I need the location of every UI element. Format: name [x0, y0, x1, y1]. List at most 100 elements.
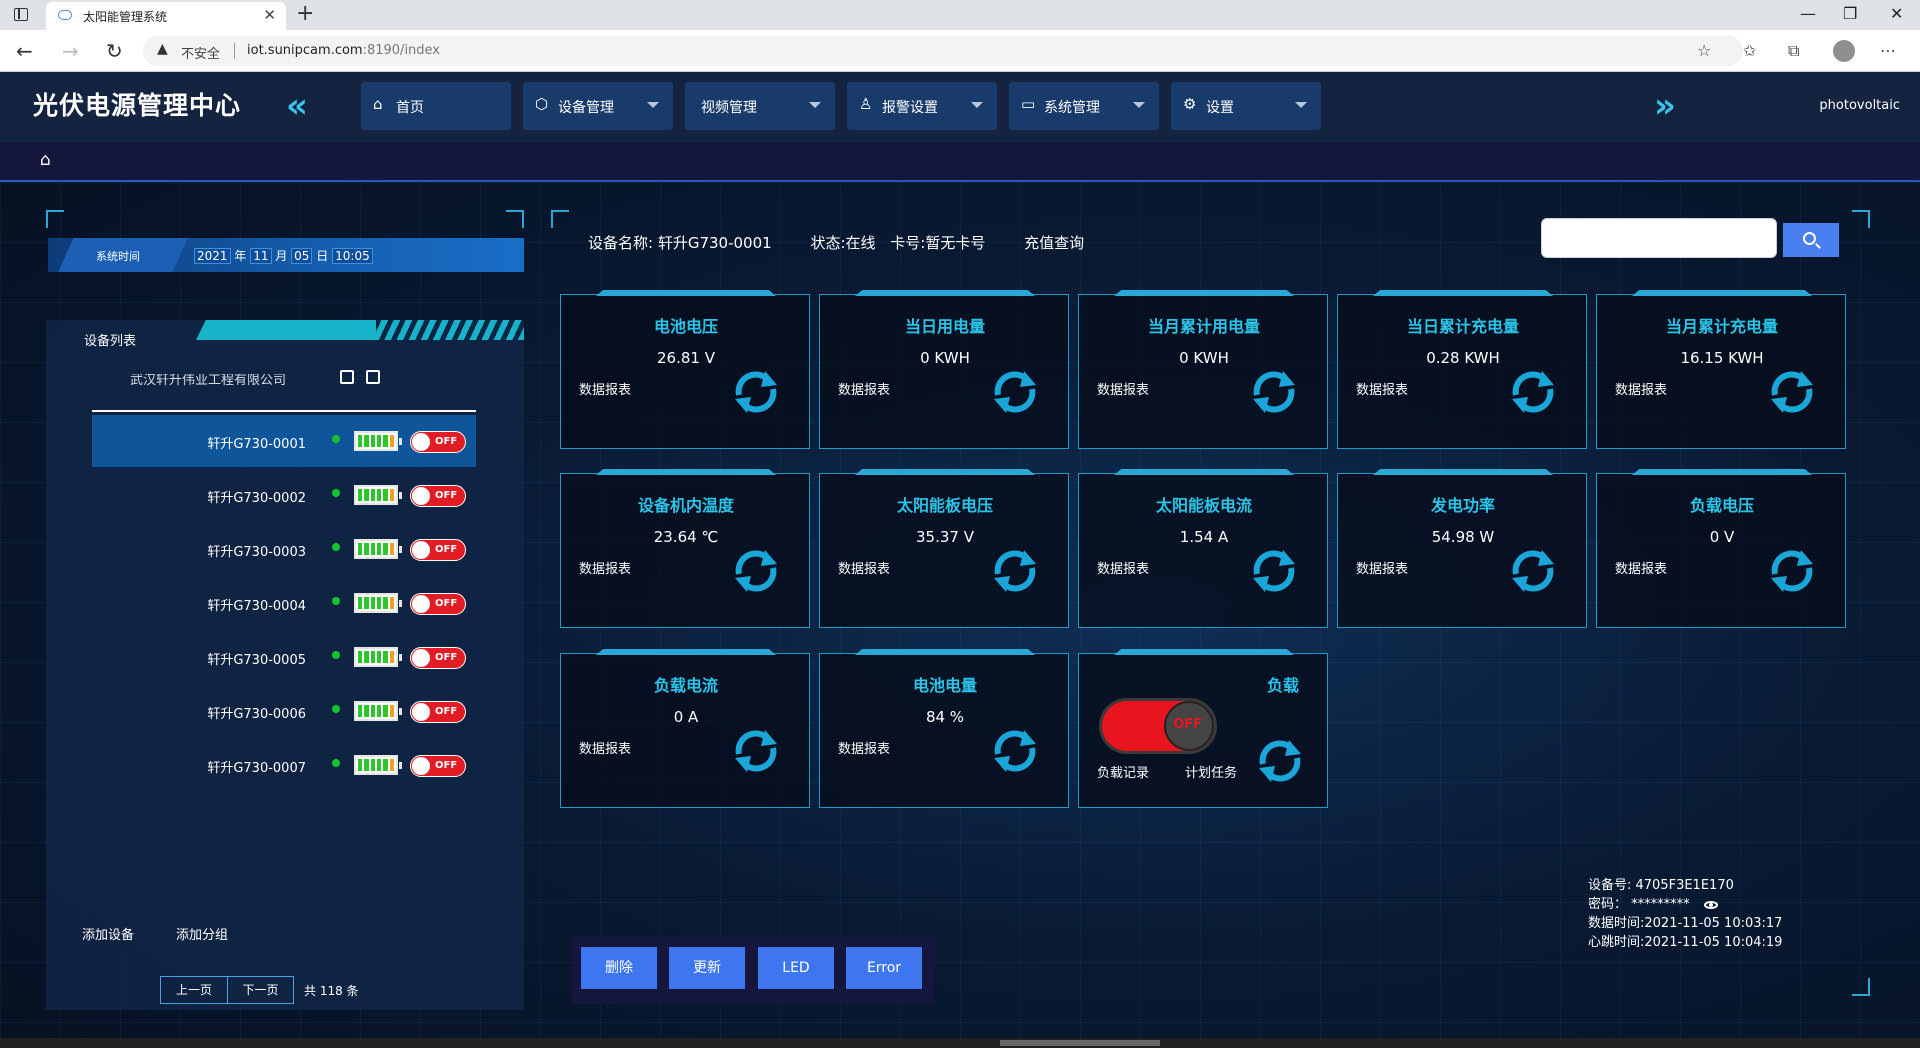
- refresh-icon[interactable]: [1249, 367, 1299, 417]
- data-report-link[interactable]: 数据报表: [838, 558, 890, 577]
- eye-icon[interactable]: [1703, 900, 1718, 909]
- nav-alarm-settings[interactable]: ♙ 报警设置: [847, 82, 997, 130]
- online-indicator: [332, 651, 340, 659]
- device-name: 轩升G730-0004: [207, 599, 306, 614]
- collections-icon[interactable]: ⧉: [1788, 41, 1799, 61]
- pagination: 上一页 下一页: [160, 976, 294, 1004]
- data-report-link[interactable]: 数据报表: [1356, 558, 1408, 577]
- data-report-link[interactable]: 数据报表: [1097, 379, 1149, 398]
- collapse-nav-icon[interactable]: «: [286, 86, 308, 126]
- nav-device-management[interactable]: ⬡ 设备管理: [523, 82, 673, 130]
- data-report-link[interactable]: 数据报表: [1356, 379, 1408, 398]
- refresh-icon[interactable]: ↻: [106, 39, 123, 63]
- power-switch[interactable]: OFF: [410, 647, 466, 669]
- next-page-button[interactable]: 下一页: [227, 977, 293, 1003]
- device-row-6[interactable]: 轩升G730-0006 OFF: [92, 685, 476, 737]
- more-icon[interactable]: ⋯: [1880, 41, 1896, 60]
- profile-avatar[interactable]: [1833, 40, 1855, 62]
- data-report-link[interactable]: 数据报表: [838, 379, 890, 398]
- refresh-icon[interactable]: [731, 367, 781, 417]
- company-name[interactable]: 武汉轩升伟业工程有限公司: [130, 374, 350, 386]
- battery-icon: [354, 593, 402, 613]
- error-button[interactable]: Error: [846, 947, 922, 989]
- data-report-link[interactable]: 数据报表: [579, 558, 631, 577]
- power-switch[interactable]: OFF: [410, 539, 466, 561]
- nav-settings[interactable]: ⚙ 设置: [1171, 82, 1321, 130]
- power-switch[interactable]: OFF: [410, 485, 466, 507]
- nav-label: 设置: [1206, 100, 1234, 116]
- data-report-link[interactable]: 数据报表: [579, 738, 631, 757]
- data-report-link[interactable]: 数据报表: [1097, 558, 1149, 577]
- card-notch: [855, 290, 1035, 296]
- refresh-icon[interactable]: [1508, 546, 1558, 596]
- nav-home[interactable]: ⌂ 首页: [361, 82, 511, 130]
- app-header: 光伏电源管理中心 « » ⌂ 首页 ⬡ 设备管理 视频管理 ♙ 报警设置 ▭ 系…: [0, 72, 1920, 142]
- device-row-5[interactable]: 轩升G730-0005 OFF: [92, 631, 476, 683]
- horizontal-scrollbar[interactable]: [0, 1038, 1920, 1048]
- device-info-bar: 设备名称: 轩升G730-0001 状态:在线 卡号:暂无卡号 充值查询: [588, 232, 1084, 253]
- minimize-icon[interactable]: —: [1800, 4, 1816, 23]
- refresh-icon[interactable]: [731, 546, 781, 596]
- edit-icon[interactable]: [340, 370, 354, 384]
- delete-button[interactable]: 删除: [581, 947, 657, 989]
- nav-video-management[interactable]: 视频管理: [685, 82, 835, 130]
- prev-page-button[interactable]: 上一页: [161, 977, 227, 1003]
- close-window-icon[interactable]: ✕: [1890, 4, 1903, 23]
- refresh-icon[interactable]: [990, 546, 1040, 596]
- scroll-thumb[interactable]: [1000, 1040, 1160, 1046]
- refresh-icon[interactable]: [1508, 367, 1558, 417]
- close-tab-icon[interactable]: ✕: [263, 6, 276, 24]
- restore-icon[interactable]: ❐: [1843, 4, 1857, 23]
- favorite-add-icon[interactable]: ☆: [1697, 41, 1711, 60]
- refresh-icon[interactable]: [1255, 736, 1305, 786]
- power-switch[interactable]: OFF: [410, 593, 466, 615]
- refresh-icon[interactable]: [990, 367, 1040, 417]
- metric-card: 发电功率 54.98 W 数据报表: [1337, 469, 1587, 628]
- data-report-link[interactable]: 数据报表: [1615, 558, 1667, 577]
- data-report-link[interactable]: 数据报表: [1615, 379, 1667, 398]
- search-input[interactable]: [1541, 218, 1777, 258]
- time-month-unit: 月: [275, 249, 288, 263]
- device-row-3[interactable]: 轩升G730-0003 OFF: [92, 523, 476, 575]
- load-switch[interactable]: OFF: [1099, 698, 1217, 754]
- refresh-icon[interactable]: [1249, 546, 1299, 596]
- card-value: 0 KWH: [920, 349, 970, 367]
- device-row-7[interactable]: 轩升G730-0007 OFF: [92, 739, 476, 791]
- device-row-2[interactable]: 轩升G730-0002 OFF: [92, 469, 476, 521]
- card-notch: [1632, 469, 1812, 475]
- url-input[interactable]: ▲ 不安全 iot.sunipcam.com:8190/index: [143, 36, 1743, 66]
- new-tab-button[interactable]: +: [296, 1, 314, 26]
- refresh-icon[interactable]: [990, 726, 1040, 776]
- power-switch[interactable]: OFF: [410, 755, 466, 777]
- power-switch[interactable]: OFF: [410, 701, 466, 723]
- card-notch: [1114, 290, 1294, 296]
- data-report-link[interactable]: 数据报表: [838, 738, 890, 757]
- led-button[interactable]: LED: [758, 947, 834, 989]
- update-button[interactable]: 更新: [669, 947, 745, 989]
- favorites-icon[interactable]: ✩: [1743, 41, 1756, 60]
- delete-icon[interactable]: [366, 370, 380, 384]
- browser-tab[interactable]: 太阳能管理系统 ✕: [46, 2, 286, 30]
- home-icon[interactable]: ⌂: [40, 150, 51, 170]
- add-device-link[interactable]: 添加设备: [82, 924, 134, 943]
- data-report-link[interactable]: 数据报表: [579, 379, 631, 398]
- refresh-icon[interactable]: [1767, 367, 1817, 417]
- nav-system-management[interactable]: ▭ 系统管理: [1009, 82, 1159, 130]
- forward-icon[interactable]: →: [62, 39, 79, 63]
- device-row-1[interactable]: 轩升G730-0001 OFF: [92, 415, 476, 467]
- load-record-link[interactable]: 负载记录: [1097, 762, 1149, 781]
- recharge-query-link[interactable]: 充值查询: [1024, 234, 1084, 252]
- refresh-icon[interactable]: [1767, 546, 1817, 596]
- power-switch[interactable]: OFF: [410, 431, 466, 453]
- refresh-icon[interactable]: [731, 726, 781, 776]
- add-group-link[interactable]: 添加分组: [176, 924, 228, 943]
- tab-actions-icon[interactable]: [14, 8, 28, 21]
- scheduled-task-link[interactable]: 计划任务: [1185, 762, 1237, 781]
- expand-nav-icon[interactable]: »: [1654, 86, 1676, 126]
- cube-icon: ⬡: [535, 95, 549, 113]
- device-row-4[interactable]: 轩升G730-0004 OFF: [92, 577, 476, 629]
- user-name[interactable]: photovoltaic: [1819, 98, 1900, 113]
- back-icon[interactable]: ←: [16, 39, 33, 63]
- card-title: 当日用电量: [904, 317, 985, 336]
- search-button[interactable]: [1783, 223, 1839, 257]
